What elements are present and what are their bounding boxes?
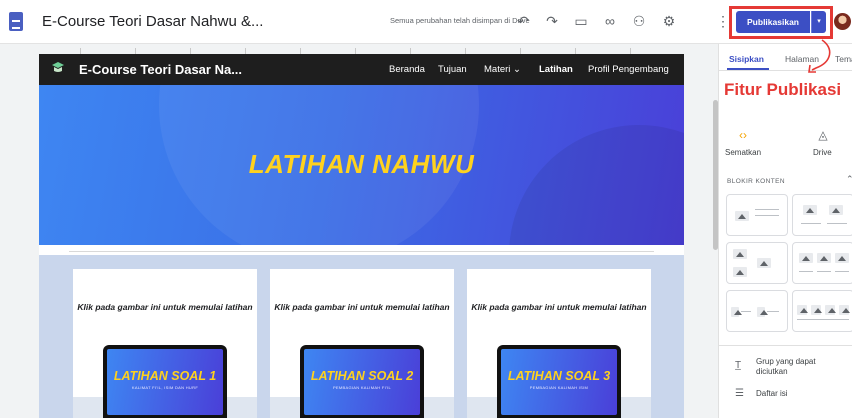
image-placeholder-icon	[825, 305, 836, 315]
laptop-image[interactable]: LATIHAN SOAL 1 KALIMAT FI'IL, ISIM DAN H…	[103, 345, 227, 418]
text-line	[817, 271, 831, 272]
card-caption: Klik pada gambar ini untuk memulai latih…	[77, 302, 253, 312]
image-placeholder-icon	[829, 205, 843, 215]
sites-logo-icon[interactable]	[9, 12, 23, 31]
image-placeholder-icon	[839, 305, 850, 315]
image-placeholder-icon	[811, 305, 822, 315]
exercise-card-2[interactable]: Klik pada gambar ini untuk memulai latih…	[270, 269, 454, 418]
chevron-up-icon[interactable]: ⌃	[846, 174, 852, 185]
table-of-contents-icon[interactable]: ☰	[735, 388, 744, 399]
top-bar: E-Course Teori Dasar Nahwu &... Semua pe…	[0, 0, 852, 44]
panel-divider	[718, 345, 852, 346]
hero-banner[interactable]: LATIHAN NAHWU	[39, 85, 684, 245]
ruler	[40, 44, 685, 54]
image-placeholder-icon	[799, 253, 813, 263]
nav-item-latihan[interactable]: Latihan	[539, 64, 573, 75]
publish-button[interactable]: Publikasikan	[736, 11, 810, 33]
text-line	[835, 271, 849, 272]
section-title: BLOKIR KONTEN	[727, 178, 785, 185]
callout-label: Fitur Publikasi	[722, 80, 844, 100]
image-placeholder-icon	[733, 249, 747, 259]
text-line	[741, 311, 751, 312]
table-of-contents-label[interactable]: Daftar isi	[756, 389, 788, 399]
card-caption: Klik pada gambar ini untuk memulai latih…	[274, 302, 450, 312]
image-placeholder-icon	[797, 305, 808, 315]
laptop-screen: LATIHAN SOAL 2 PEMBAGIAN KALIMAH FI'IL	[304, 349, 420, 415]
content-block-three-images[interactable]	[792, 242, 852, 284]
undo-icon[interactable]: ↶	[514, 12, 532, 30]
share-icon[interactable]: ⚇	[630, 12, 648, 30]
avatar[interactable]	[834, 13, 851, 30]
text-line	[801, 223, 821, 224]
publish-dropdown-button[interactable]: ▾	[811, 11, 826, 33]
embed-icon[interactable]: ‹›	[733, 128, 753, 142]
nav-item-beranda[interactable]: Beranda	[389, 64, 425, 75]
site-preview: E-Course Teori Dasar Na... Beranda Tujua…	[39, 54, 684, 418]
redo-icon[interactable]: ↷	[543, 12, 561, 30]
laptop-screen-title: LATIHAN SOAL 2	[310, 369, 414, 383]
link-icon[interactable]: ∞	[601, 12, 619, 30]
text-line	[799, 271, 813, 272]
drive-icon[interactable]: ◬	[813, 128, 833, 142]
hero-title: LATIHAN NAHWU	[248, 149, 475, 179]
content-block-image-text[interactable]	[726, 194, 788, 236]
content-block-four-images[interactable]	[792, 290, 852, 332]
text-line	[767, 311, 779, 312]
collapsible-group-icon[interactable]: T̲	[735, 360, 741, 371]
card-caption: Klik pada gambar ini untuk memulai latih…	[471, 302, 647, 312]
image-placeholder-icon	[803, 205, 817, 215]
image-placeholder-icon	[817, 253, 831, 263]
embed-label[interactable]: Sematkan	[725, 148, 761, 157]
image-placeholder-icon	[735, 211, 749, 221]
exercise-cards-section: Klik pada gambar ini untuk memulai latih…	[39, 255, 684, 418]
site-name[interactable]: E-Course Teori Dasar Na...	[79, 62, 242, 77]
image-placeholder-icon	[757, 258, 771, 268]
nav-item-tujuan[interactable]: Tujuan	[438, 64, 467, 75]
settings-icon[interactable]: ⚙	[660, 12, 678, 30]
preview-icon[interactable]: ▭	[572, 12, 590, 30]
site-navbar: E-Course Teori Dasar Na... Beranda Tujua…	[39, 54, 684, 85]
section-divider	[69, 251, 654, 252]
laptop-screen-title: LATIHAN SOAL 3	[507, 369, 611, 383]
content-block-two-images[interactable]	[792, 194, 852, 236]
laptop-screen-subtitle: PEMBAGIAN KALIMAH ISIM	[529, 385, 589, 390]
content-block-image-grid[interactable]	[726, 242, 788, 284]
laptop-screen-subtitle: PEMBAGIAN KALIMAH FI'IL	[332, 385, 392, 390]
drive-label[interactable]: Drive	[813, 148, 832, 157]
image-placeholder-icon	[757, 307, 768, 317]
image-placeholder-icon	[733, 267, 747, 277]
site-logo-icon[interactable]	[51, 61, 65, 75]
collapsible-group-label[interactable]: Grup yang dapat diciutkan	[756, 357, 846, 377]
text-line	[797, 319, 849, 320]
text-line	[755, 215, 779, 216]
content-block-text-columns[interactable]	[726, 290, 788, 332]
tab-sisipkan[interactable]: Sisipkan	[729, 54, 764, 64]
save-status: Semua perubahan telah disimpan di Drive	[390, 16, 530, 25]
document-title[interactable]: E-Course Teori Dasar Nahwu &...	[42, 13, 263, 30]
text-line	[827, 223, 847, 224]
image-placeholder-icon	[835, 253, 849, 263]
hero-decoration	[509, 125, 684, 245]
exercise-card-1[interactable]: Klik pada gambar ini untuk memulai latih…	[73, 269, 257, 418]
text-line	[755, 209, 779, 210]
laptop-screen: LATIHAN SOAL 1 KALIMAT FI'IL, ISIM DAN H…	[107, 349, 223, 415]
laptop-image[interactable]: LATIHAN SOAL 2 PEMBAGIAN KALIMAH FI'IL	[300, 345, 424, 418]
exercise-card-3[interactable]: Klik pada gambar ini untuk memulai latih…	[467, 269, 651, 418]
laptop-image[interactable]: LATIHAN SOAL 3 PEMBAGIAN KALIMAH ISIM	[497, 345, 621, 418]
laptop-screen-title: LATIHAN SOAL 1	[113, 369, 217, 383]
nav-item-materi[interactable]: Materi ⌄	[484, 64, 521, 75]
image-placeholder-icon	[731, 307, 742, 317]
laptop-screen-subtitle: KALIMAT FI'IL, ISIM DAN HURF	[131, 385, 199, 390]
nav-item-profil-pengembang[interactable]: Profil Pengembang	[588, 64, 669, 75]
laptop-screen: LATIHAN SOAL 3 PEMBAGIAN KALIMAH ISIM	[501, 349, 617, 415]
more-options-icon[interactable]: ⋮	[716, 12, 730, 30]
